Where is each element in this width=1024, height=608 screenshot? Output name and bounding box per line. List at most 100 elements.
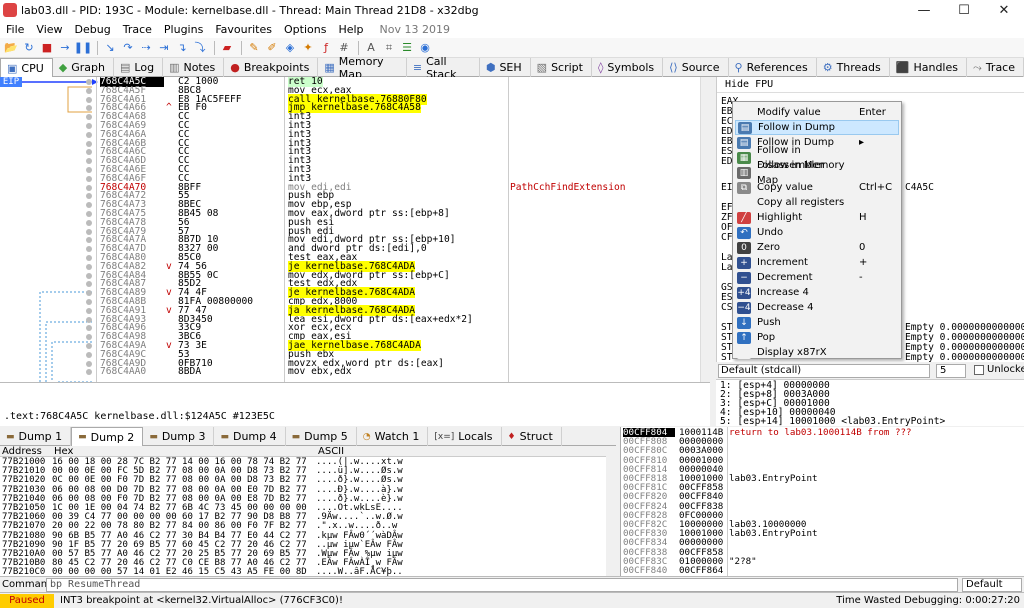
menu-options[interactable]: Options — [278, 23, 332, 36]
run-icon[interactable]: → — [57, 40, 73, 56]
animate-into-icon[interactable]: ↴ — [174, 40, 190, 56]
breakpoint-dot[interactable] — [86, 299, 92, 305]
ctx-zero[interactable]: 0 Zero 0 — [735, 240, 899, 255]
register-line[interactable]: CF — [721, 233, 733, 243]
tab-handles[interactable]: ⬛ Handles — [890, 58, 967, 77]
hash-icon[interactable]: # — [336, 40, 352, 56]
pause-icon[interactable]: ❚❚ — [74, 40, 92, 56]
breakpoint-dot[interactable] — [86, 219, 92, 226]
bookmark-icon[interactable]: ✦ — [300, 40, 316, 56]
dump-tab-dump-3[interactable]: ▬ Dump 3 — [143, 427, 215, 446]
tab-symbols[interactable]: ◊ Symbols — [592, 58, 664, 77]
label-icon[interactable]: ◈ — [282, 40, 298, 56]
list-icon[interactable]: ☰ — [399, 40, 415, 56]
menu-plugins[interactable]: Plugins — [158, 23, 209, 36]
stack-view[interactable]: 00CFF804 1000114B return to lab03.1000114B… — [620, 427, 1024, 576]
tab-call-stack[interactable]: ≡ Call Stack — [407, 55, 480, 81]
ctx-display-x87rx[interactable]: Display x87rX — [735, 345, 899, 360]
disassembly-scrollbar[interactable] — [700, 77, 710, 382]
step-over-icon[interactable]: ↷ — [120, 40, 136, 56]
command-input[interactable]: bp ResumeThread — [46, 578, 958, 592]
dump-tab-dump-2[interactable]: ▬ Dump 2 — [71, 427, 144, 446]
tab-seh[interactable]: ⬢ SEH — [480, 58, 531, 77]
tab-script[interactable]: ▧ Script — [531, 58, 592, 77]
ctx-undo[interactable]: ↶ Undo — [735, 225, 899, 240]
tab-references[interactable]: ⚲ References — [729, 58, 817, 77]
comment-icon[interactable]: ✐ — [264, 40, 280, 56]
command-mode-select[interactable]: Default — [962, 578, 1022, 592]
breakpoint-dot[interactable] — [86, 272, 92, 279]
breakpoint-dot[interactable] — [86, 131, 92, 138]
tab-source[interactable]: ⟨⟩ Source — [663, 58, 729, 77]
font-icon[interactable]: A — [363, 40, 379, 56]
dump-row[interactable]: 77B210C0 00 00 00 00 57 14 01 E2 46 15 C5… — [0, 568, 606, 576]
hide-fpu-toggle[interactable]: Hide FPU — [717, 77, 1024, 93]
tab-breakpoints[interactable]: ● Breakpoints — [224, 58, 319, 77]
register-line[interactable]: EI C4A5C — [721, 183, 934, 193]
tab-memory-map[interactable]: ▦ Memory Map — [318, 55, 407, 81]
close-button[interactable]: ✕ — [984, 0, 1024, 20]
breakpoint-dot[interactable] — [86, 360, 92, 367]
open-icon[interactable]: 📂 — [3, 40, 19, 56]
breakpoint-dot[interactable] — [86, 140, 92, 147]
dump-tab-locals[interactable]: [x=] Locals — [428, 427, 502, 446]
ctx-increment[interactable]: + Increment + — [735, 255, 899, 270]
breakpoint-dot[interactable] — [86, 184, 92, 191]
dump-tab-watch-1[interactable]: ◔ Watch 1 — [357, 427, 429, 446]
animate-over-icon[interactable]: ⤵ — [192, 40, 208, 56]
tab-threads[interactable]: ⚙ Threads — [817, 58, 890, 77]
function-icon[interactable]: ƒ — [318, 40, 334, 56]
ctx-copy-value[interactable]: ⧉ Copy value Ctrl+C — [735, 180, 899, 195]
ctx-decrease-4[interactable]: −4 Decrease 4 — [735, 300, 899, 315]
arg-count-spinner[interactable]: 5 — [936, 364, 966, 378]
menu-debug[interactable]: Debug — [69, 23, 117, 36]
menu-view[interactable]: View — [30, 23, 68, 36]
hex-dump-view[interactable]: Address Hex ASCII 77B21000 16 00 18 00 28… — [0, 446, 616, 576]
menu-trace[interactable]: Trace — [117, 23, 158, 36]
register-line[interactable]: La — [721, 263, 733, 273]
breakpoint-dot[interactable] — [86, 307, 92, 314]
ctx-push[interactable]: ↓ Push — [735, 315, 899, 330]
menu-help[interactable]: Help — [332, 23, 369, 36]
register-line[interactable]: ED — [721, 157, 733, 167]
ctx-highlight[interactable]: ╱ Highlight H — [735, 210, 899, 225]
breakpoint-dot[interactable] — [86, 123, 92, 129]
ctx-pop[interactable]: ↑ Pop — [735, 330, 899, 345]
ctx-modify-value[interactable]: Modify value Enter — [735, 105, 899, 120]
breakpoint-dot[interactable] — [86, 343, 92, 349]
disassembly-view[interactable]: EIP 768C4A5C C2 1000 ret 10 768C4A5F 8BC8 mov… — [0, 77, 710, 382]
tab-trace[interactable]: ⤳ Trace — [967, 58, 1024, 77]
register-line[interactable]: CS — [721, 303, 733, 313]
run-to-user-icon[interactable]: ⇢ — [138, 40, 154, 56]
menu-favourites[interactable]: Favourites — [209, 23, 278, 36]
ctx-follow-in-dump[interactable]: ▤ Follow in Dump — [735, 120, 899, 135]
globe-icon[interactable]: ◉ — [417, 40, 433, 56]
breakpoint-dot[interactable] — [86, 79, 92, 85]
dump-tab-dump-4[interactable]: ▬ Dump 4 — [214, 427, 286, 446]
close-debug-icon[interactable]: ■ — [39, 40, 55, 56]
breakpoint-dot[interactable] — [86, 87, 92, 94]
maximize-button[interactable]: ☐ — [944, 0, 984, 20]
calculator-icon[interactable]: ⌗ — [381, 40, 397, 56]
breakpoint-dot[interactable] — [86, 96, 92, 103]
dump-scrollbar[interactable] — [606, 446, 616, 576]
minimize-button[interactable]: — — [904, 0, 944, 20]
unlocked-checkbox[interactable]: Unlocked — [974, 364, 1024, 375]
breakpoint-dot[interactable] — [86, 263, 92, 270]
execute-till-return-icon[interactable]: ⇥ — [156, 40, 172, 56]
dump-tab-dump-1[interactable]: ▬ Dump 1 — [0, 427, 72, 446]
breakpoint-dot[interactable] — [86, 351, 92, 358]
calling-convention-select[interactable]: Default (stdcall) — [718, 364, 930, 378]
tab-graph[interactable]: ◆ Graph — [53, 58, 114, 77]
breakpoint-dot[interactable] — [86, 211, 92, 217]
ctx-follow-in-memory-map[interactable]: ▥ Follow in Memory Map — [735, 160, 899, 186]
ctx-copy-all-registers[interactable]: Copy all registers — [735, 195, 899, 210]
trace-icon[interactable]: ▰ — [219, 40, 235, 56]
dump-tab-dump-5[interactable]: ▬ Dump 5 — [286, 427, 357, 446]
tab-cpu[interactable]: ▣ CPU — [0, 58, 53, 77]
restart-icon[interactable]: ↻ — [21, 40, 37, 56]
menu-file[interactable]: File — [0, 23, 30, 36]
breakpoint-dot[interactable] — [86, 228, 92, 235]
arguments-panel[interactable]: 1: [esp+4] 00000000 2: [esp+8] 0003A000 3:… — [716, 379, 1024, 426]
stack-row[interactable]: 00CFF840 00CFF864 — [623, 566, 1023, 575]
